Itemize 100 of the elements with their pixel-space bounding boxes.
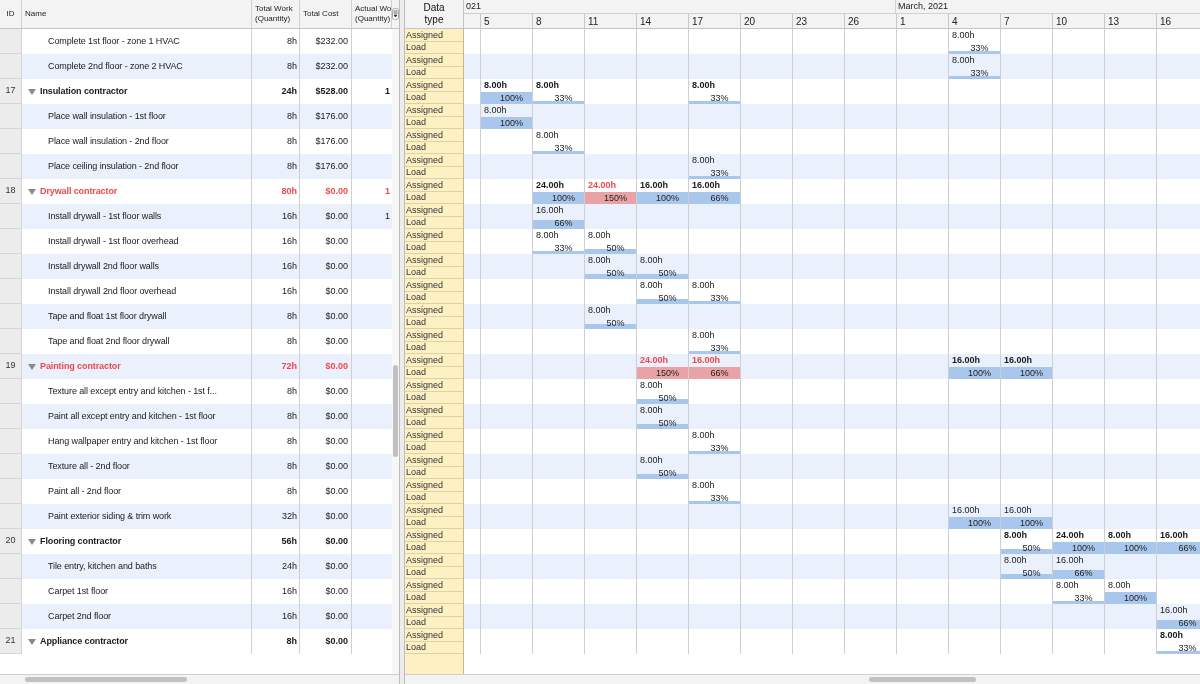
data-type-label: Load [406,92,427,103]
caret-icon[interactable] [28,537,36,546]
day-label: 16 [1160,15,1172,29]
total-cost: $0.00 [325,359,348,373]
load-percent: 50% [657,292,677,303]
task-name: Insulation contractor [40,84,128,98]
data-type-label: Load [406,492,427,503]
total-work: 16h [281,209,297,223]
total-work: 72h [281,359,297,373]
assigned-hours: 8.00h [536,80,559,90]
load-percent: 33% [709,292,729,303]
task-name: Painting contractor [40,359,121,373]
load-percent: 66% [553,217,573,228]
total-work: 8h [287,159,297,173]
assigned-hours: 8.00h [588,230,611,240]
total-cost: $0.00 [325,384,348,398]
total-cost: $0.00 [325,609,348,623]
day-label: 13 [1108,15,1120,29]
load-percent: 33% [553,242,573,253]
task-name: Carpet 1st floor [48,584,108,598]
load-percent: 100% [1019,367,1043,378]
data-type-label: Load [406,417,427,428]
data-type-label: Assigned [406,79,444,90]
assigned-hours: 8.00h [640,380,663,390]
total-cost: $0.00 [325,284,348,298]
data-type-label: Assigned [406,179,444,190]
total-cost: $0.00 [325,334,348,348]
horizontal-scrollbar[interactable] [869,677,976,682]
data-type-label: Load [406,567,427,578]
data-type-label: Assigned [406,454,444,465]
assigned-hours: 8.00h [692,330,715,340]
load-percent: 66% [1177,542,1197,553]
column-chooser-icon[interactable] [392,8,399,20]
data-type-label: Assigned [406,104,444,115]
data-type-label: Assigned [406,254,444,265]
total-work: 8h [287,484,297,498]
actual-work: 1 [385,84,390,98]
caret-icon[interactable] [28,187,36,196]
load-percent: 100% [1019,517,1043,528]
row-header [0,154,22,179]
load-percent: 66% [1073,567,1093,578]
caret-icon[interactable] [28,637,36,646]
load-percent: 100% [499,92,523,103]
row-header [0,379,22,404]
row-header [0,429,22,454]
vertical-scrollbar[interactable] [393,365,398,457]
total-work: 8h [287,34,297,48]
data-type-label: Assigned [406,54,444,65]
total-cost: $0.00 [325,534,348,548]
total-work: 8h [287,459,297,473]
column-header[interactable]: Name [22,0,252,28]
assigned-hours: 16.00h [1160,605,1188,615]
caret-icon[interactable] [28,87,36,96]
total-cost: $0.00 [325,559,348,573]
task-name: Paint exterior siding & trim work [48,509,172,523]
task-name: Complete 1st floor - zone 1 HVAC [48,34,180,48]
assigned-hours: 24.00h [536,180,565,190]
task-name: Install drywall 2nd floor overhead [48,284,177,298]
row-header [0,579,22,604]
load-percent: 50% [1021,542,1041,553]
data-type-label: Assigned [406,579,444,590]
assigned-hours: 8.00h [952,30,975,40]
data-type-label: Assigned [406,479,444,490]
assigned-hours: 8.00h [588,305,611,315]
row-header: 19 [0,354,22,379]
row-header [0,304,22,329]
load-percent: 33% [969,42,989,53]
horizontal-scrollbar[interactable] [25,677,187,682]
assigned-hours: 8.00h [640,455,663,465]
load-percent: 100% [1123,542,1147,553]
day-label: 5 [484,15,490,29]
day-label: 20 [744,15,756,29]
day-label: 23 [796,15,808,29]
caret-icon[interactable] [28,362,36,371]
total-work: 16h [281,584,297,598]
total-cost: $0.00 [325,634,348,648]
month-label: March, 2021 [898,0,949,13]
total-work: 24h [281,84,297,98]
total-work: 8h [287,434,297,448]
task-name: Place wall insulation - 2nd floor [48,134,169,148]
data-type-label: Assigned [406,29,444,40]
total-work: 16h [281,609,297,623]
load-percent: 33% [709,92,729,103]
total-cost: $176.00 [315,109,348,123]
assigned-hours: 8.00h [640,405,663,415]
data-type-label: Load [406,367,427,378]
data-type-label: Load [406,67,427,78]
assigned-hours: 16.00h [1004,355,1033,365]
assigned-hours: 16.00h [692,180,721,190]
data-type-label: Load [406,542,427,553]
task-name: Place wall insulation - 1st floor [48,109,166,123]
assigned-hours: 16.00h [1004,505,1032,515]
data-type-label: Load [406,317,427,328]
total-work: 80h [281,184,297,198]
column-header[interactable]: Total Cost [300,0,352,28]
data-type-label: Assigned [406,329,444,340]
column-header[interactable]: ID [0,0,22,28]
load-percent: 100% [1123,592,1147,603]
load-percent: 100% [967,367,991,378]
column-header[interactable]: Total Work (Quantity) [252,0,300,28]
